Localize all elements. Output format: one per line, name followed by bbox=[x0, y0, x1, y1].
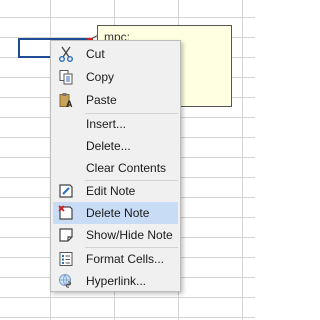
menu-item-label: Insert... bbox=[86, 117, 127, 131]
menu-item-hyperlink[interactable]: Hyperlink... bbox=[53, 270, 178, 292]
edit-note-icon bbox=[58, 183, 74, 199]
menu-item-insert[interactable]: Insert... bbox=[53, 113, 178, 135]
context-menu: Cut Copy A Paste Insert... Delete... Cle… bbox=[50, 40, 181, 292]
menu-item-label: Cut bbox=[86, 47, 105, 61]
menu-item-delete[interactable]: Delete... bbox=[53, 135, 178, 157]
hyperlink-icon bbox=[58, 273, 74, 289]
menu-item-cut[interactable]: Cut bbox=[53, 43, 178, 65]
menu-item-label: Format Cells... bbox=[86, 252, 165, 266]
copy-icon bbox=[58, 69, 74, 85]
delete-note-icon bbox=[58, 205, 74, 221]
scissors-icon bbox=[58, 46, 74, 62]
paste-icon: A bbox=[58, 92, 74, 108]
menu-item-label: Edit Note bbox=[86, 184, 136, 198]
menu-item-label: Hyperlink... bbox=[86, 274, 147, 288]
menu-item-delete-note[interactable]: Delete Note bbox=[53, 202, 178, 224]
menu-item-copy[interactable]: Copy bbox=[53, 66, 178, 88]
menu-item-edit-note[interactable]: Edit Note bbox=[53, 180, 178, 202]
menu-item-show-hide-note[interactable]: Show/Hide Note bbox=[53, 224, 178, 246]
menu-item-label: Clear Contents bbox=[86, 161, 167, 175]
menu-item-clear-contents[interactable]: Clear Contents bbox=[53, 157, 178, 179]
menu-item-paste[interactable]: A Paste bbox=[53, 89, 178, 111]
menu-item-label: Delete... bbox=[86, 139, 131, 153]
menu-item-label: Delete Note bbox=[86, 206, 150, 220]
format-cells-icon bbox=[58, 251, 74, 267]
show-hide-note-icon bbox=[58, 227, 74, 243]
menu-item-label: Paste bbox=[86, 93, 117, 107]
menu-item-label: Copy bbox=[86, 70, 115, 84]
menu-item-format-cells[interactable]: Format Cells... bbox=[53, 248, 178, 270]
menu-item-label: Show/Hide Note bbox=[86, 228, 173, 242]
svg-text:A: A bbox=[66, 99, 73, 108]
